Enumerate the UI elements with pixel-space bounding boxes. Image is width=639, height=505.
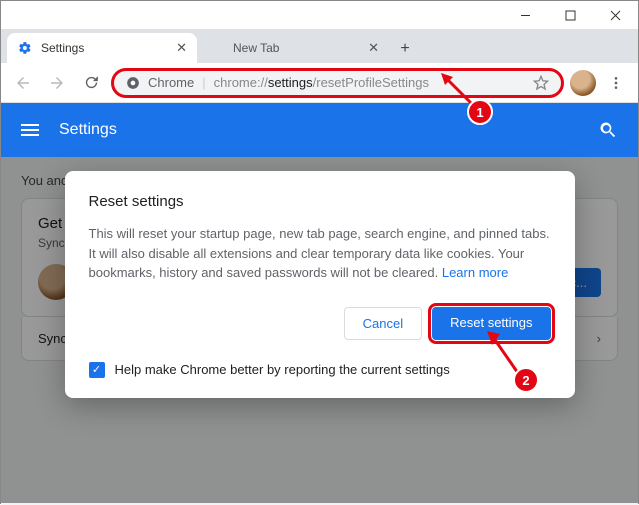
gear-icon	[17, 40, 33, 56]
chrome-label: Chrome	[148, 75, 194, 90]
tab-settings[interactable]: Settings ✕	[7, 33, 197, 63]
new-tab-button[interactable]: +	[391, 35, 419, 63]
window-title-bar	[1, 1, 638, 29]
url-text: chrome://settings/resetProfileSettings	[214, 75, 429, 90]
menu-dots-icon[interactable]	[602, 69, 630, 97]
close-tab-icon[interactable]: ✕	[368, 40, 379, 56]
annotation-1: 1	[467, 99, 493, 125]
profile-avatar[interactable]	[570, 70, 596, 96]
forward-button[interactable]	[43, 69, 71, 97]
tab-newtab[interactable]: New Tab ✕	[199, 33, 389, 63]
hamburger-icon[interactable]	[21, 124, 39, 136]
maximize-button[interactable]	[548, 1, 593, 29]
address-bar[interactable]: Chrome | chrome://settings/resetProfileS…	[111, 68, 564, 98]
annotation-2: 2	[513, 367, 539, 393]
search-icon[interactable]	[598, 120, 618, 140]
tab-label: Settings	[41, 41, 84, 55]
close-window-button[interactable]	[593, 1, 638, 29]
close-tab-icon[interactable]: ✕	[176, 40, 187, 56]
dialog-title: Reset settings	[89, 193, 551, 210]
page-title: Settings	[59, 121, 117, 139]
footer-text: Help make Chrome better by reporting the…	[115, 362, 450, 377]
current-settings-link[interactable]: current settings	[361, 362, 450, 377]
tab-strip: Settings ✕ New Tab ✕ +	[1, 29, 638, 63]
tab-label: New Tab	[233, 41, 279, 55]
settings-header: Settings	[1, 103, 638, 157]
dialog-body: This will reset your startup page, new t…	[89, 224, 551, 283]
globe-icon	[209, 40, 225, 56]
reload-button[interactable]	[77, 69, 105, 97]
cancel-button[interactable]: Cancel	[344, 307, 422, 340]
reporting-checkbox[interactable]: ✓	[89, 362, 105, 378]
bookmark-star-icon[interactable]	[533, 75, 549, 91]
browser-toolbar: Chrome | chrome://settings/resetProfileS…	[1, 63, 638, 103]
chrome-icon	[126, 76, 140, 90]
minimize-button[interactable]	[503, 1, 548, 29]
learn-more-link[interactable]: Learn more	[442, 265, 508, 280]
back-button[interactable]	[9, 69, 37, 97]
